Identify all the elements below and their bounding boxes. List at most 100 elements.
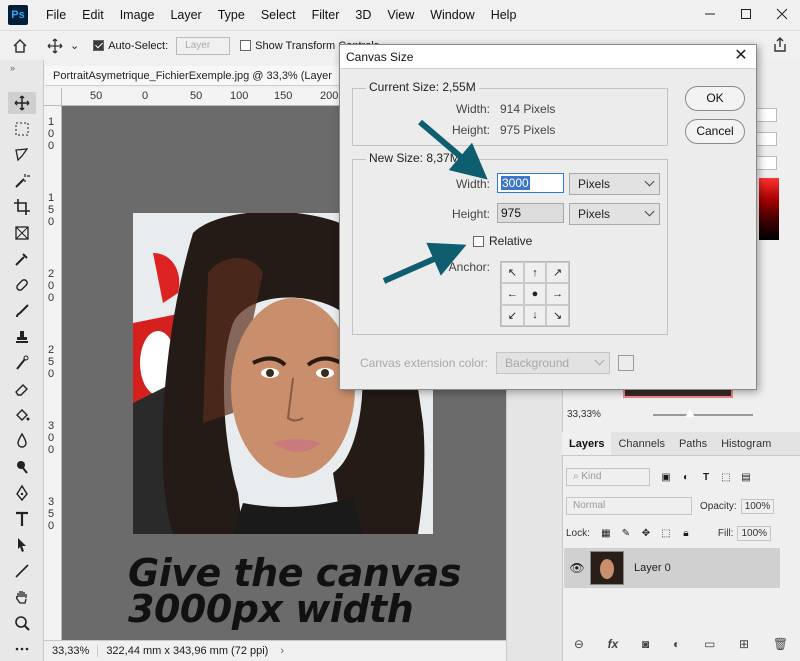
height-input[interactable]: 975	[497, 203, 564, 223]
filter-smart-icon[interactable]: ▤	[736, 472, 756, 483]
anchor-center[interactable]: ●	[523, 283, 547, 305]
lock-artboard-icon[interactable]: ⬚	[656, 528, 676, 539]
menu-image[interactable]: Image	[112, 0, 163, 30]
path-selection-icon[interactable]	[8, 534, 36, 556]
type-tool-icon[interactable]	[8, 508, 36, 530]
layer-row[interactable]: 👁︎ Layer 0	[564, 548, 780, 588]
tab-channels[interactable]: Channels	[611, 432, 671, 455]
menu-help[interactable]: Help	[483, 0, 525, 30]
auto-select-dropdown[interactable]: Layer	[176, 36, 231, 55]
chevron-right-icon[interactable]: ›	[276, 645, 288, 657]
more-tools-icon[interactable]	[8, 638, 36, 660]
anchor-left[interactable]: ←	[501, 283, 524, 305]
maximize-button[interactable]	[728, 0, 764, 28]
cancel-button[interactable]: Cancel	[685, 119, 745, 144]
add-mask-icon[interactable]: ◙	[642, 637, 649, 651]
blur-tool-icon[interactable]	[8, 430, 36, 452]
blend-mode-dropdown[interactable]: Normal	[566, 497, 692, 515]
lasso-tool-icon[interactable]	[8, 144, 36, 166]
anchor-top-left[interactable]: ↖	[501, 262, 524, 284]
menu-type[interactable]: Type	[210, 0, 253, 30]
crop-tool-icon[interactable]	[8, 196, 36, 218]
collapse-icon[interactable]: »	[10, 63, 15, 73]
link-layers-icon[interactable]: ⊖	[574, 637, 584, 651]
navigator-slider-thumb[interactable]	[685, 409, 695, 417]
opacity-input[interactable]: 100%	[740, 498, 775, 514]
fx-icon[interactable]: fx	[608, 637, 619, 651]
width-input[interactable]: 3000	[497, 173, 564, 193]
filter-pixel-icon[interactable]: ▣	[656, 472, 676, 483]
menu-view[interactable]: View	[379, 0, 422, 30]
fill-input[interactable]: 100%	[737, 525, 772, 541]
anchor-top-right[interactable]: ↗	[546, 262, 569, 284]
lock-all-icon[interactable]: 🔒︎	[676, 528, 696, 539]
eyedropper-icon[interactable]	[8, 248, 36, 270]
filter-shape-icon[interactable]: ⬚	[716, 472, 736, 483]
tab-paths[interactable]: Paths	[672, 432, 714, 455]
relative-checkbox[interactable]	[473, 236, 484, 247]
brush-tool-icon[interactable]	[8, 300, 36, 322]
menu-edit[interactable]: Edit	[74, 0, 112, 30]
clone-stamp-icon[interactable]	[8, 326, 36, 348]
menu-layer[interactable]: Layer	[162, 0, 209, 30]
home-icon[interactable]	[0, 38, 40, 54]
menu-3d[interactable]: 3D	[347, 0, 379, 30]
eraser-icon[interactable]	[8, 378, 36, 400]
color-spectrum[interactable]	[759, 178, 779, 240]
tab-histogram[interactable]: Histogram	[714, 432, 778, 455]
filter-type-icon[interactable]: T	[696, 472, 716, 483]
magic-wand-icon[interactable]	[8, 170, 36, 192]
anchor-bottom-right[interactable]: ↘	[546, 304, 569, 326]
menu-file[interactable]: File	[38, 0, 74, 30]
lock-position-icon[interactable]: ✥	[636, 528, 656, 539]
auto-select-checkbox[interactable]	[93, 40, 105, 51]
move-tool-icon[interactable]	[40, 38, 70, 54]
healing-brush-icon[interactable]	[8, 274, 36, 296]
anchor-right[interactable]: →	[546, 283, 569, 305]
move-tool-icon[interactable]	[8, 92, 36, 114]
menu-select[interactable]: Select	[253, 0, 304, 30]
ok-button[interactable]: OK	[685, 86, 745, 111]
new-layer-icon[interactable]: ⊞	[739, 637, 749, 651]
hand-tool-icon[interactable]	[8, 586, 36, 608]
menu-window[interactable]: Window	[422, 0, 482, 30]
anchor-bottom-left[interactable]: ↙	[501, 304, 524, 326]
chevron-down-icon[interactable]: ⌄	[70, 39, 79, 52]
filter-adjustment-icon[interactable]: ◐	[676, 472, 696, 483]
marquee-tool-icon[interactable]	[8, 118, 36, 140]
navigator-zoom[interactable]: 33,33%	[567, 409, 601, 420]
zoom-tool-icon[interactable]	[8, 612, 36, 634]
pen-tool-icon[interactable]	[8, 482, 36, 504]
anchor-top[interactable]: ↑	[523, 262, 547, 284]
close-icon[interactable]: ✕	[732, 47, 750, 65]
document-tab[interactable]: PortraitAsymetrique_FichierExemple.jpg @…	[45, 66, 345, 86]
dodge-tool-icon[interactable]	[8, 456, 36, 478]
lock-pixels-icon[interactable]: ▦	[596, 528, 616, 539]
navigator-slider[interactable]	[653, 414, 753, 416]
tab-layers[interactable]: Layers	[562, 432, 612, 455]
eye-icon[interactable]: 👁︎	[564, 561, 590, 575]
menu-filter[interactable]: Filter	[304, 0, 348, 30]
extension-color-swatch[interactable]	[618, 355, 634, 371]
adjustment-layer-icon[interactable]: ◐	[673, 637, 680, 651]
width-unit-select[interactable]: Pixels	[569, 173, 660, 195]
close-window-button[interactable]	[764, 0, 800, 28]
history-brush-icon[interactable]	[8, 352, 36, 374]
delete-layer-icon[interactable]: 🗑︎	[773, 637, 788, 651]
show-transform-checkbox[interactable]	[240, 40, 252, 51]
layer-kind-dropdown[interactable]: ⌕ Kind	[566, 468, 650, 486]
frame-tool-icon[interactable]	[8, 222, 36, 244]
lock-paint-icon[interactable]: ✎	[616, 528, 636, 539]
line-tool-icon[interactable]	[8, 560, 36, 582]
paint-bucket-icon[interactable]	[8, 404, 36, 426]
zoom-level[interactable]: 33,33%	[44, 645, 99, 657]
layer-thumbnail	[590, 551, 624, 585]
current-height-value: 975 Pixels	[500, 123, 556, 137]
layer-name[interactable]: Layer 0	[634, 562, 671, 574]
extension-color-select[interactable]: Background	[496, 352, 610, 374]
new-group-icon[interactable]: ▭	[704, 637, 715, 651]
height-unit-select[interactable]: Pixels	[569, 203, 660, 225]
minimize-button[interactable]	[692, 0, 728, 28]
share-icon[interactable]	[772, 37, 788, 56]
anchor-bottom[interactable]: ↓	[523, 304, 547, 326]
